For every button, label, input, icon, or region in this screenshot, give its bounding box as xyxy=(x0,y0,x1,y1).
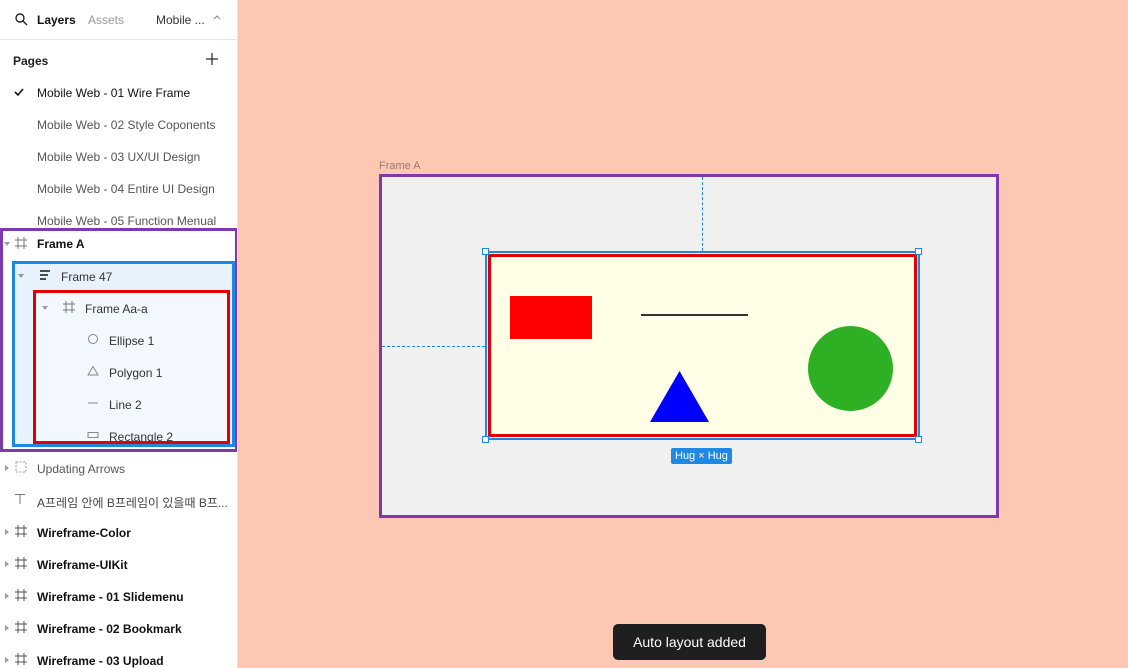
layer-text[interactable]: A프레임 안에 B프레임이 있을때 B프... xyxy=(0,484,237,516)
spacing-guide-vertical xyxy=(702,177,703,251)
layer-wireframe-color[interactable]: Wireframe-Color xyxy=(0,516,237,548)
tab-assets[interactable]: Assets xyxy=(88,13,124,27)
layer-wireframe-uikit[interactable]: Wireframe-UIKit xyxy=(0,548,237,580)
page-item-03[interactable]: Mobile Web - 03 UX/UI Design xyxy=(37,150,200,164)
layer-updating-arrows[interactable]: Updating Arrows xyxy=(0,452,237,484)
layer-label: Wireframe - 03 Upload xyxy=(37,654,164,668)
collapse-arrow-icon[interactable] xyxy=(3,656,11,664)
page-item-04[interactable]: Mobile Web - 04 Entire UI Design xyxy=(37,182,215,196)
checkmark-icon xyxy=(14,88,24,97)
resize-handle-tr[interactable] xyxy=(915,248,922,255)
pages-header: Pages xyxy=(13,54,49,68)
frame-icon xyxy=(15,589,27,601)
layer-label: Updating Arrows xyxy=(37,462,126,476)
toast-notification: Auto layout added xyxy=(613,624,766,660)
text-icon xyxy=(15,494,25,504)
plus-icon[interactable] xyxy=(205,52,219,66)
layer-wireframe-upload[interactable]: Wireframe - 03 Upload xyxy=(0,644,237,668)
collapse-arrow-icon[interactable] xyxy=(3,528,11,536)
canvas-polygon[interactable] xyxy=(650,371,709,422)
canvas-ellipse[interactable] xyxy=(808,326,893,411)
layer-label: Wireframe-UIKit xyxy=(37,558,128,572)
resize-handle-br[interactable] xyxy=(915,436,922,443)
page-item-01[interactable]: Mobile Web - 01 Wire Frame xyxy=(37,86,190,100)
frame-icon xyxy=(15,557,27,569)
layers-panel: Layers Assets Mobile ... Pages Mobile We… xyxy=(0,0,238,668)
canvas-rectangle[interactable] xyxy=(510,296,592,339)
tab-layers[interactable]: Layers xyxy=(37,13,76,27)
collapse-arrow-icon[interactable] xyxy=(3,592,11,600)
layer-wireframe-slidemenu[interactable]: Wireframe - 01 Slidemenu xyxy=(0,580,237,612)
page-item-05[interactable]: Mobile Web - 05 Function Menual xyxy=(37,214,216,228)
frame-icon xyxy=(15,525,27,537)
spacing-guide-horizontal xyxy=(382,346,485,347)
search-icon[interactable] xyxy=(14,12,28,26)
collapse-arrow-icon[interactable] xyxy=(3,624,11,632)
layer-wireframe-bookmark[interactable]: Wireframe - 02 Bookmark xyxy=(0,612,237,644)
page-selector[interactable]: Mobile ... xyxy=(156,13,205,27)
size-badge[interactable]: Hug × Hug xyxy=(671,448,732,464)
section-icon xyxy=(15,461,27,473)
layer-label: Wireframe - 02 Bookmark xyxy=(37,622,182,636)
layer-label: Wireframe - 01 Slidemenu xyxy=(37,590,184,604)
frame-icon xyxy=(15,621,27,633)
frame-icon xyxy=(15,653,27,665)
panel-topbar: Layers Assets Mobile ... xyxy=(0,0,237,40)
canvas-line[interactable] xyxy=(641,314,748,316)
resize-handle-tl[interactable] xyxy=(482,248,489,255)
frame-a-label[interactable]: Frame A xyxy=(379,160,421,172)
collapse-arrow-icon[interactable] xyxy=(3,560,11,568)
collapse-arrow-icon[interactable] xyxy=(3,464,11,472)
layer-label: Wireframe-Color xyxy=(37,526,131,540)
resize-handle-bl[interactable] xyxy=(482,436,489,443)
page-item-02[interactable]: Mobile Web - 02 Style Coponents xyxy=(37,118,216,132)
layer-label: A프레임 안에 B프레임이 있을때 B프... xyxy=(37,496,228,510)
annotation-frame-aa xyxy=(33,290,230,444)
chevron-up-icon[interactable] xyxy=(212,12,222,22)
